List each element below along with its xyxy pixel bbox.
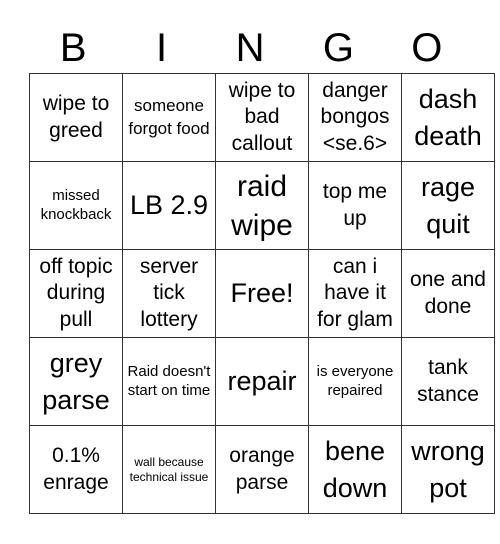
bingo-cell[interactable]: can i have it for glam	[308, 249, 402, 338]
header-letter-g: G	[322, 26, 354, 70]
bingo-cell[interactable]: wall because technical issue	[122, 425, 216, 514]
bingo-header: B I N G O	[29, 22, 471, 74]
bingo-cell[interactable]: off topic during pull	[29, 249, 123, 338]
board-row: grey parse Raid doesn't start on time re…	[29, 337, 495, 426]
free-space-cell[interactable]: Free!	[215, 249, 309, 338]
header-letter-n: N	[235, 26, 265, 70]
bingo-cell[interactable]: grey parse	[29, 337, 123, 426]
bingo-cell[interactable]: tank stance	[401, 337, 495, 426]
bingo-cell[interactable]: Raid doesn't start on time	[122, 337, 216, 426]
bingo-cell[interactable]: bene down	[308, 425, 402, 514]
bingo-board: wipe to greed someone forgot food wipe t…	[29, 73, 495, 514]
bingo-cell[interactable]: 0.1% enrage	[29, 425, 123, 514]
bingo-cell[interactable]: someone forgot food	[122, 73, 216, 162]
bingo-cell[interactable]: rage quit	[401, 161, 495, 250]
header-letter-i: I	[156, 26, 168, 70]
header-letter-b: B	[59, 26, 87, 70]
bingo-cell[interactable]: repair	[215, 337, 309, 426]
board-row: wipe to greed someone forgot food wipe t…	[29, 73, 495, 162]
bingo-cell[interactable]: dash death	[401, 73, 495, 162]
bingo-cell[interactable]: is everyone repaired	[308, 337, 402, 426]
bingo-cell[interactable]: top me up	[308, 161, 402, 250]
bingo-cell[interactable]: LB 2.9	[122, 161, 216, 250]
board-row: off topic during pull server tick lotter…	[29, 249, 495, 338]
bingo-cell[interactable]: one and done	[401, 249, 495, 338]
board-row: missed knockback LB 2.9 raid wipe top me…	[29, 161, 495, 250]
bingo-cell[interactable]: danger bongos <se.6>	[308, 73, 402, 162]
bingo-cell[interactable]: orange parse	[215, 425, 309, 514]
bingo-cell[interactable]: wipe to greed	[29, 73, 123, 162]
bingo-cell[interactable]: wrong pot	[401, 425, 495, 514]
board-row: 0.1% enrage wall because technical issue…	[29, 425, 495, 514]
bingo-cell[interactable]: server tick lottery	[122, 249, 216, 338]
bingo-cell[interactable]: raid wipe	[215, 161, 309, 250]
header-letter-o: O	[411, 26, 443, 70]
bingo-cell[interactable]: wipe to bad callout	[215, 73, 309, 162]
bingo-cell[interactable]: missed knockback	[29, 161, 123, 250]
